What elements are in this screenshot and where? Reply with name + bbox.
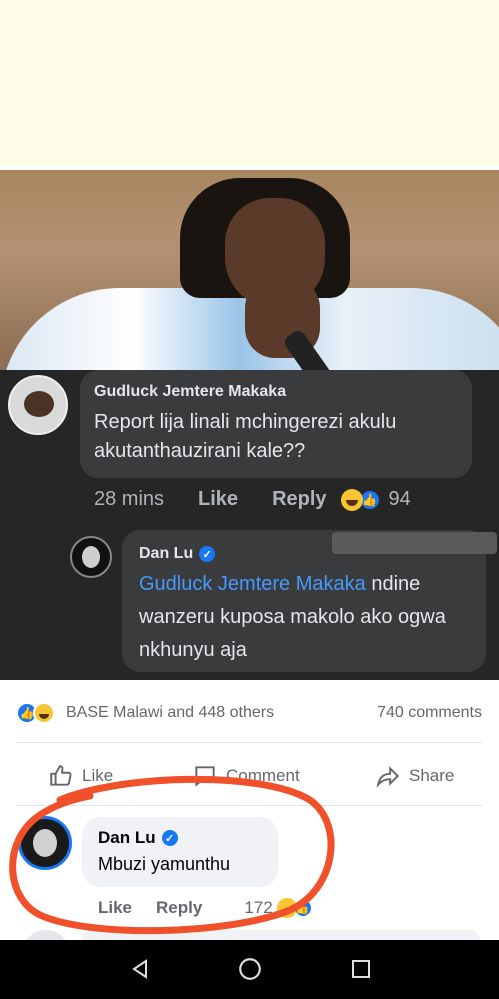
- post-actions: Like Comment Share: [0, 755, 499, 795]
- comment-meta: 28 mins Like Reply 👍 94: [94, 488, 411, 511]
- comment-meta: Like Reply 172 👍: [98, 898, 313, 918]
- like-link: Like: [198, 488, 239, 510]
- reply-link: Reply: [272, 488, 327, 510]
- reaction-count: 94: [388, 488, 411, 510]
- reactions-summary[interactable]: BASE Malawi and 448 others: [66, 704, 274, 722]
- recent-apps-icon: [352, 960, 370, 978]
- reply-author-name: Dan Lu: [139, 545, 194, 562]
- haha-icon: [33, 702, 55, 724]
- verified-icon: ✓: [161, 830, 178, 846]
- avatar: [70, 536, 112, 578]
- shared-photo[interactable]: Gudluck Jemtere Makaka Report lija linal…: [0, 170, 499, 680]
- reply-link[interactable]: Reply: [156, 898, 202, 918]
- verified-icon: ✓: [199, 546, 216, 562]
- avatar: [8, 375, 68, 435]
- home-button[interactable]: [235, 954, 265, 984]
- singer-figure: [0, 178, 499, 408]
- like-link[interactable]: Like: [98, 898, 132, 918]
- share-icon: [376, 766, 400, 788]
- android-navigation-bar: [0, 940, 499, 999]
- comments-count[interactable]: 740 comments: [377, 704, 482, 722]
- like-button[interactable]: Like: [48, 763, 113, 789]
- haha-icon: [340, 488, 363, 511]
- comment-bubble: [82, 930, 480, 940]
- back-icon: [132, 959, 147, 979]
- mention-link: Gudluck Jemtere Makaka: [139, 573, 366, 595]
- reaction-count: 172: [244, 898, 273, 917]
- avatar[interactable]: [18, 816, 72, 870]
- blank-top-area: [0, 0, 499, 165]
- share-label: Share: [409, 766, 455, 785]
- singer-photo: [0, 170, 499, 408]
- divider: [16, 742, 482, 743]
- recent-apps-button[interactable]: [346, 954, 376, 984]
- comment-time: 28 mins: [94, 488, 165, 510]
- comment-button[interactable]: Comment: [192, 763, 300, 789]
- redacted-area: [332, 532, 497, 554]
- divider: [16, 805, 482, 806]
- back-button[interactable]: [125, 954, 155, 984]
- home-icon: [239, 958, 261, 980]
- commenter-name[interactable]: Dan Lu ✓: [98, 828, 178, 848]
- reply-author: Dan Lu ✓: [139, 545, 216, 563]
- reply-text: Gudluck Jemtere Makaka ndine wanzeru kup…: [139, 568, 479, 667]
- comment-icon: [195, 766, 215, 787]
- comment-text: Mbuzi yamunthu: [98, 854, 231, 874]
- comment-text: Report lija linali mchingerezi akulu aku…: [94, 411, 397, 462]
- share-button[interactable]: Share: [375, 763, 454, 789]
- comment-label: Comment: [226, 766, 300, 785]
- like-label: Like: [82, 766, 114, 785]
- commenter-name: Gudluck Jemtere Makaka: [94, 383, 287, 400]
- reaction-summary: 👍 94: [340, 488, 411, 511]
- like-icon: [50, 765, 72, 786]
- post-stats: 👍 BASE Malawi and 448 others 740 comment…: [0, 696, 499, 732]
- commenter-name-text: Dan Lu: [98, 828, 156, 847]
- haha-icon: [276, 898, 297, 918]
- reaction-icons[interactable]: 👍: [16, 702, 55, 724]
